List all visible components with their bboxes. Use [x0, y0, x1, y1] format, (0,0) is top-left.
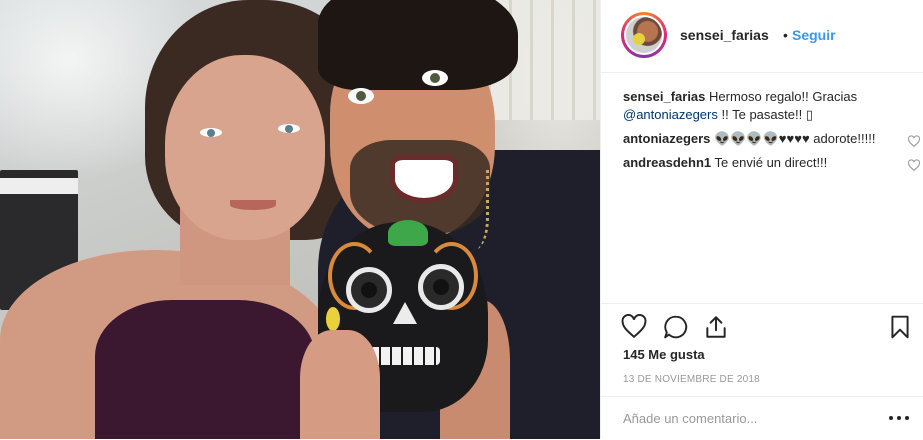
man-eye-left: [348, 88, 374, 104]
comment-item: antoniazegers 👽👽👽👽♥♥♥♥ adorote!!!!!: [623, 130, 921, 148]
caption: sensei_farias Hermoso regalo!! Gracias @…: [623, 88, 913, 124]
likes-count[interactable]: 145 Me gusta: [623, 347, 705, 362]
woman-top: [95, 300, 315, 439]
bookmark-icon[interactable]: [887, 314, 913, 340]
skull-nose: [393, 302, 417, 324]
woman-eye-left: [200, 128, 222, 137]
caption-username-link[interactable]: sensei_farias: [623, 89, 705, 104]
skull-yellow-dot: [326, 307, 340, 331]
post-photo[interactable]: [0, 0, 600, 439]
add-comment-bar: [601, 396, 923, 440]
gold-chain: [452, 170, 489, 250]
woman-mouth: [230, 200, 276, 210]
header-username-link[interactable]: sensei_farias: [680, 27, 769, 43]
skull-eye-left: [346, 267, 392, 313]
caption-mention-link[interactable]: @antoniazegers: [623, 107, 718, 122]
avatar-story-ring[interactable]: [621, 12, 667, 58]
comment-item: andreasdehn1 Te envié un direct!!!: [623, 154, 921, 172]
comment-icon[interactable]: [663, 314, 689, 340]
add-comment-input[interactable]: [623, 411, 873, 426]
share-icon[interactable]: [703, 314, 729, 340]
post-date[interactable]: 13 DE NOVIEMBRE DE 2018: [623, 374, 760, 385]
follow-button[interactable]: Seguir: [792, 27, 836, 43]
instagram-post: sensei_farias • Seguir sensei_farias Her…: [0, 0, 923, 439]
avatar[interactable]: [624, 15, 664, 55]
skull-teeth: [370, 347, 440, 365]
more-options-icon[interactable]: [889, 410, 911, 426]
man-hair: [318, 0, 518, 90]
actions-bar: [601, 303, 923, 339]
post-header: sensei_farias • Seguir: [601, 0, 923, 73]
woman-hand: [300, 330, 380, 439]
skull-eye-right: [418, 264, 464, 310]
comments-list: sensei_farias Hermoso regalo!! Gracias @…: [623, 88, 921, 178]
comment-username-link[interactable]: antoniazegers: [623, 131, 710, 146]
woman-eye-right: [278, 124, 300, 133]
post-side-panel: sensei_farias • Seguir sensei_farias Her…: [600, 0, 923, 439]
caption-text: Hermoso regalo!! Gracias: [709, 89, 858, 104]
man-eye-right: [422, 70, 448, 86]
skull-leaf-decoration: [388, 220, 428, 246]
comment-text: Te envié un direct!!!: [714, 155, 828, 170]
man-mouth: [390, 155, 458, 203]
heart-icon[interactable]: [621, 314, 647, 340]
comment-username-link[interactable]: andreasdehn1: [623, 155, 711, 170]
boxing-glove-icon: [633, 33, 645, 45]
comment-like-heart-icon[interactable]: [907, 135, 921, 148]
comment-like-heart-icon[interactable]: [907, 159, 921, 172]
comment-text: 👽👽👽👽♥♥♥♥ adorote!!!!!: [714, 131, 876, 146]
caption-text-end: !! Te pasaste!! ▯: [721, 107, 813, 122]
woman-face: [165, 55, 325, 240]
header-separator: •: [783, 27, 788, 43]
